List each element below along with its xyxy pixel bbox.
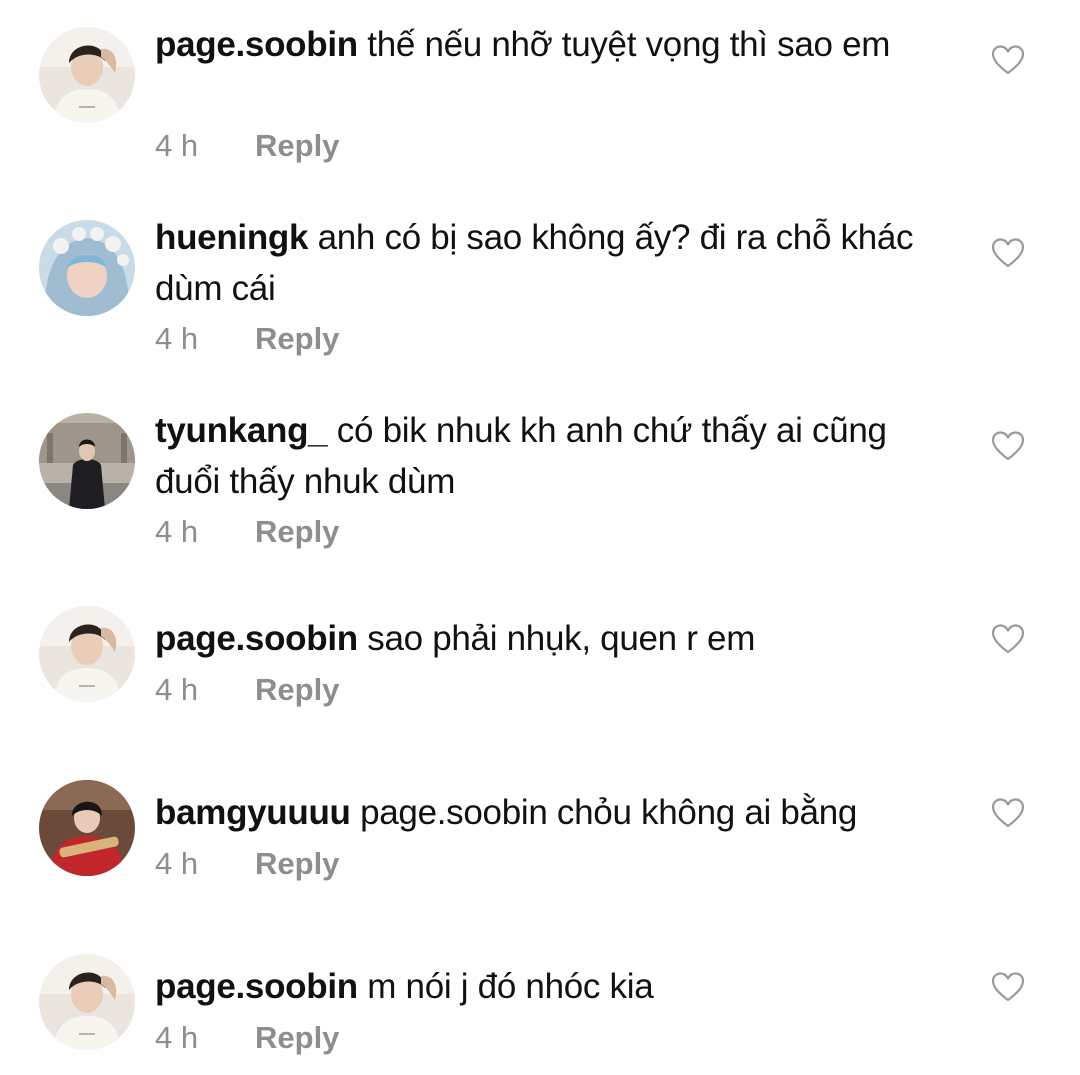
comment-text: m nói j đó nhóc kia — [367, 967, 654, 1006]
comment-meta: 4 h Reply — [155, 321, 339, 357]
profile-photo-icon — [39, 413, 135, 509]
comment-username[interactable]: page.soobin — [155, 619, 358, 658]
comment-username[interactable]: hueningk — [155, 218, 308, 257]
comment-body: page.soobin m nói j đó nhóc kia — [155, 961, 955, 1012]
like-button[interactable] — [991, 430, 1025, 462]
comment-body: hueningk anh có bị sao không ấy? đi ra c… — [155, 212, 955, 314]
reply-button[interactable]: Reply — [255, 321, 339, 356]
profile-photo-icon — [39, 954, 135, 1050]
reply-button[interactable]: Reply — [255, 514, 339, 549]
comment-time: 4 h — [155, 128, 199, 163]
comment-username[interactable]: tyunkang_ — [155, 411, 328, 450]
like-button[interactable] — [991, 237, 1025, 269]
comment-body: bamgyuuuu page.soobin chỏu không ai bằng — [155, 787, 955, 838]
comment-meta: 4 h Reply — [155, 846, 339, 882]
heart-outline-icon — [991, 798, 1025, 828]
avatar[interactable] — [39, 606, 135, 702]
profile-photo-icon — [39, 27, 135, 123]
comment-meta: 4 h Reply — [155, 672, 339, 708]
reply-button[interactable]: Reply — [255, 846, 339, 881]
like-button[interactable] — [991, 623, 1025, 655]
comment-meta: 4 h Reply — [155, 1020, 339, 1056]
profile-photo-icon — [39, 220, 135, 316]
like-button[interactable] — [991, 797, 1025, 829]
comment-time: 4 h — [155, 321, 199, 356]
like-button[interactable] — [991, 44, 1025, 76]
reply-button[interactable]: Reply — [255, 672, 339, 707]
comment-body: page.soobin sao phải nhụk, quen r em — [155, 613, 955, 664]
avatar[interactable] — [39, 954, 135, 1050]
comment-meta: 4 h Reply — [155, 514, 339, 550]
avatar[interactable] — [39, 413, 135, 509]
comment-username[interactable]: page.soobin — [155, 967, 358, 1006]
comment-meta: 4 h Reply — [155, 128, 339, 164]
comment-time: 4 h — [155, 672, 199, 707]
heart-outline-icon — [991, 45, 1025, 75]
avatar[interactable] — [39, 220, 135, 316]
profile-photo-icon — [39, 606, 135, 702]
comment-text: sao phải nhụk, quen r em — [367, 619, 756, 658]
comment-text: page.soobin chỏu không ai bằng — [360, 793, 858, 832]
like-button[interactable] — [991, 971, 1025, 1003]
profile-photo-icon — [39, 780, 135, 876]
comment-body: tyunkang_ có bik nhuk kh anh chứ thấy ai… — [155, 405, 955, 507]
heart-outline-icon — [991, 431, 1025, 461]
comment-time: 4 h — [155, 514, 199, 549]
reply-button[interactable]: Reply — [255, 128, 339, 163]
heart-outline-icon — [991, 624, 1025, 654]
reply-button[interactable]: Reply — [255, 1020, 339, 1055]
comment-text: thế nếu nhỡ tuyệt vọng thì sao em — [367, 25, 891, 64]
avatar[interactable] — [39, 780, 135, 876]
comment-time: 4 h — [155, 1020, 199, 1055]
comment-body: page.soobin thế nếu nhỡ tuyệt vọng thì s… — [155, 19, 955, 70]
comment-time: 4 h — [155, 846, 199, 881]
heart-outline-icon — [991, 972, 1025, 1002]
avatar[interactable] — [39, 27, 135, 123]
comment-username[interactable]: page.soobin — [155, 25, 358, 64]
heart-outline-icon — [991, 238, 1025, 268]
comment-username[interactable]: bamgyuuuu — [155, 793, 351, 832]
